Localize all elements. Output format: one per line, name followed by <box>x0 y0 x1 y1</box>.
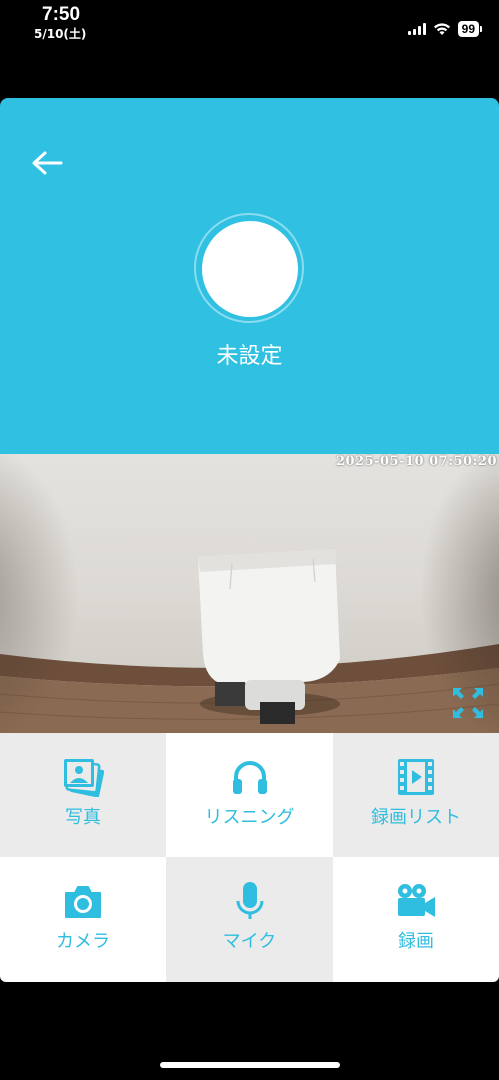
status-date: 5/10(土) <box>34 27 87 41</box>
home-indicator[interactable] <box>160 1062 340 1068</box>
listening-button[interactable]: リスニング <box>166 733 333 857</box>
back-button[interactable] <box>30 150 64 176</box>
recording-list-button[interactable]: 録画リスト <box>333 733 499 857</box>
action-grid: 写真 リスニング 録画リスト カメラ マイク 録画 <box>0 733 499 982</box>
microphone-icon <box>236 882 263 919</box>
microphone-label: マイク <box>222 931 277 952</box>
device-header: 未設定 <box>0 98 499 454</box>
wifi-icon <box>433 22 451 36</box>
vignette-left <box>0 454 80 733</box>
listening-label: リスニング <box>204 807 295 828</box>
arrow-left-icon <box>32 151 63 175</box>
expand-icon <box>453 688 483 718</box>
record-label: 録画 <box>398 931 434 952</box>
battery-indicator: 99 <box>457 21 483 37</box>
device-name: 未設定 <box>216 344 283 369</box>
camera-live-view[interactable]: 2025-05-10 07:50:20 <box>0 454 499 733</box>
status-bar: 7:50 5/10(土) 99 <box>0 0 499 48</box>
status-indicators: 99 <box>407 20 483 38</box>
headphones-icon <box>232 761 267 794</box>
microphone-button[interactable]: マイク <box>166 857 333 982</box>
photos-icon <box>64 759 104 797</box>
camera-timestamp: 2025-05-10 07:50:20 <box>335 454 497 469</box>
photos-button[interactable]: 写真 <box>0 733 166 857</box>
device-avatar[interactable] <box>202 221 298 317</box>
camera-button[interactable]: カメラ <box>0 857 166 982</box>
fullscreen-button[interactable] <box>451 686 485 720</box>
photos-label: 写真 <box>65 807 101 828</box>
recording-list-label: 録画リスト <box>371 807 461 828</box>
status-time: 7:50 <box>42 4 81 25</box>
cellular-signal-icon <box>407 23 426 35</box>
video-list-icon <box>398 759 434 795</box>
video-camera-icon <box>398 884 435 917</box>
record-button[interactable]: 録画 <box>333 857 499 982</box>
camera-icon <box>65 886 101 918</box>
camera-label: カメラ <box>56 931 110 952</box>
